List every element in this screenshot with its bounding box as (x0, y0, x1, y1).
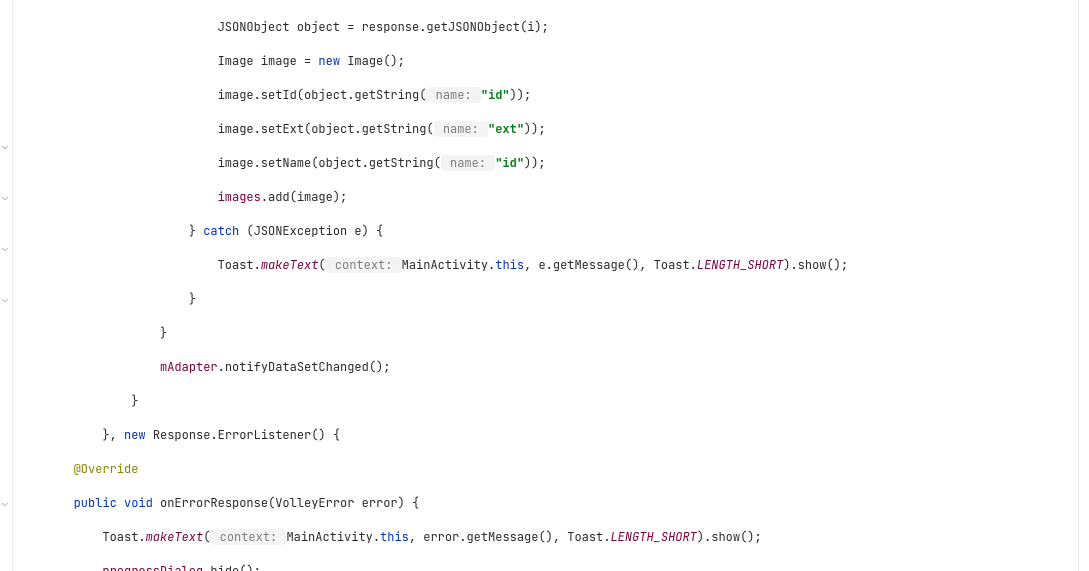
code-area[interactable]: JSONObject object = response.getJSONObje… (16, 2, 1089, 571)
code-line[interactable]: image.setName(object.getString( name: "i… (16, 155, 1089, 172)
fold-marker[interactable]: ⌄ (2, 494, 8, 511)
fold-marker[interactable]: ⌄ (2, 137, 8, 154)
code-line[interactable]: images.add(image); (16, 189, 1089, 206)
code-line[interactable]: } (16, 291, 1089, 308)
code-line[interactable]: progressDialog.hide(); (16, 563, 1089, 571)
gutter: ⌄ ⌄ ⌄ ⌄ ⌄ (0, 0, 13, 571)
fold-marker[interactable]: ⌄ (2, 290, 8, 307)
code-line[interactable]: @Override (16, 461, 1089, 478)
code-line[interactable]: Toast.makeText( context: MainActivity.th… (16, 529, 1089, 546)
code-line[interactable]: } (16, 325, 1089, 342)
code-line[interactable]: JSONObject object = response.getJSONObje… (16, 19, 1089, 36)
code-line[interactable]: image.setId(object.getString( name: "id"… (16, 87, 1089, 104)
code-line[interactable]: image.setExt(object.getString( name: "ex… (16, 121, 1089, 138)
code-line[interactable]: } (16, 393, 1089, 410)
code-line[interactable]: }, new Response.ErrorListener() { (16, 427, 1089, 444)
code-line[interactable]: Toast.makeText( context: MainActivity.th… (16, 257, 1089, 274)
fold-marker[interactable]: ⌄ (2, 239, 8, 256)
code-line[interactable]: } catch (JSONException e) { (16, 223, 1089, 240)
code-line[interactable]: Image image = new Image(); (16, 53, 1089, 70)
code-editor[interactable]: ⌄ ⌄ ⌄ ⌄ ⌄ JSONObject object = response.g… (0, 0, 1089, 571)
fold-marker[interactable]: ⌄ (2, 188, 8, 205)
code-line[interactable]: mAdapter.notifyDataSetChanged(); (16, 359, 1089, 376)
code-line[interactable]: public void onErrorResponse(VolleyError … (16, 495, 1089, 512)
